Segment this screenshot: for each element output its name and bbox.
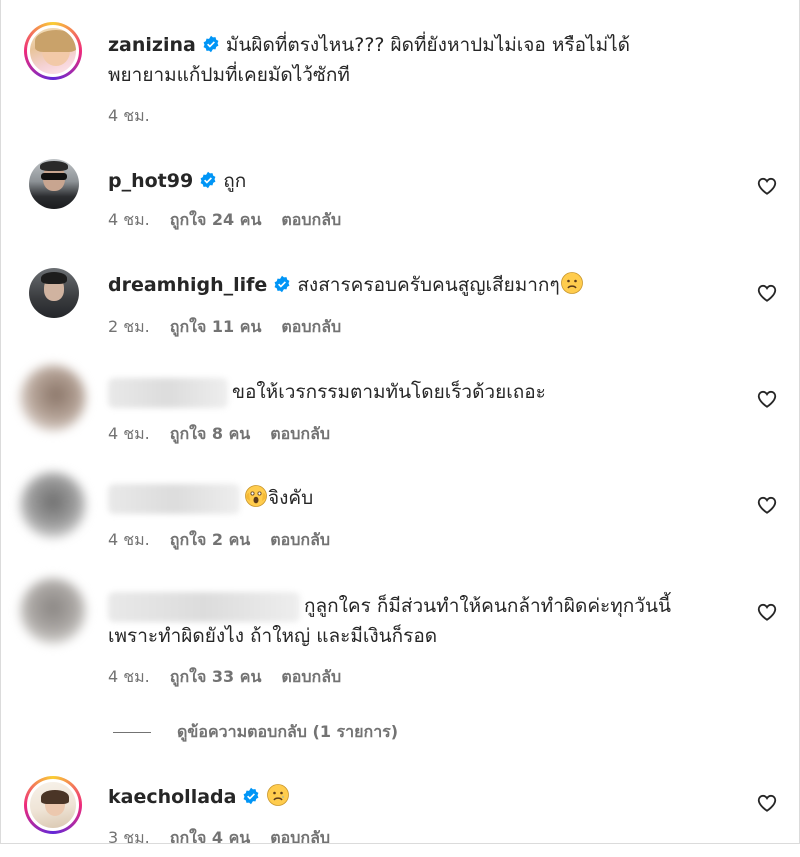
comment-time: 4 ชม.: [108, 424, 150, 443]
likes-count[interactable]: ถูกใจ 24 คน: [170, 210, 262, 229]
comment-time: 4 ชม.: [108, 106, 150, 125]
screaming-face-emoji: [245, 485, 267, 507]
comment-text: มันผิดที่ตรงไหน??? ผิดที่ยังหาปมไม่เจอ ห…: [225, 34, 630, 56]
heart-icon[interactable]: [756, 388, 778, 410]
comment-username[interactable]: dreamhigh_life: [108, 274, 267, 296]
reply-button[interactable]: ตอบกลับ: [270, 424, 330, 443]
heart-icon[interactable]: [756, 792, 778, 814]
comment-username[interactable]: kaechollada: [108, 786, 236, 808]
reply-button[interactable]: ตอบกลับ: [281, 210, 341, 229]
sad-face-emoji: [560, 272, 583, 294]
verified-badge-icon: [203, 35, 219, 53]
heart-icon[interactable]: [756, 494, 778, 516]
view-replies-button[interactable]: ดูข้อความตอบกลับ (1 รายการ): [113, 720, 398, 745]
comment-username[interactable]: p_hot99: [108, 170, 193, 192]
sad-face-emoji: [267, 784, 290, 806]
comment-time: 4 ชม.: [108, 210, 150, 229]
blurred-username[interactable]: [108, 483, 240, 514]
comment-time: 4 ชม.: [108, 667, 150, 686]
reply-button[interactable]: ตอบกลับ: [281, 667, 341, 686]
likes-count[interactable]: ถูกใจ 11 คน: [170, 317, 262, 336]
heart-icon[interactable]: [756, 175, 778, 197]
avatar[interactable]: [29, 268, 79, 318]
likes-count[interactable]: ถูกใจ 2 คน: [170, 530, 250, 549]
view-replies-label: ดูข้อความตอบกลับ (1 รายการ): [177, 722, 399, 741]
blurred-username[interactable]: [108, 377, 228, 408]
comment-time: 2 ชม.: [108, 317, 150, 336]
comment-text: จิงคับ: [268, 487, 314, 509]
comment-username[interactable]: zanizina: [108, 34, 196, 56]
comment-time: 4 ชม.: [108, 530, 150, 549]
avatar[interactable]: [24, 22, 82, 80]
verified-badge-icon: [200, 171, 216, 189]
verified-badge-icon: [244, 787, 259, 805]
avatar[interactable]: [20, 578, 86, 644]
avatar[interactable]: [24, 776, 82, 834]
comment-text-continued: พยายามแก้ปมที่เคยมัดไว้ซักที: [108, 64, 350, 86]
comment-text: ถูก: [223, 170, 247, 192]
comment-text-continued: เพราะทำผิดยังไง ถ้าใหญ่ และมีเงินก็รอด: [108, 625, 438, 647]
replies-divider: [113, 732, 151, 733]
comment-text: กูลูกใคร ก็มีส่วนทำให้คนกล้าทำผิดค่ะทุกว…: [304, 595, 671, 617]
reply-button[interactable]: ตอบกลับ: [281, 317, 341, 336]
avatar[interactable]: [20, 472, 86, 538]
heart-icon[interactable]: [756, 282, 778, 304]
likes-count[interactable]: ถูกใจ 8 คน: [170, 424, 250, 443]
panel-bottom-edge: [0, 843, 800, 857]
blurred-username[interactable]: [108, 591, 300, 622]
verified-badge-icon: [274, 275, 290, 293]
likes-count[interactable]: ถูกใจ 33 คน: [170, 667, 262, 686]
comment-text: สงสารครอบครับคนสูญเสียมากๆ: [297, 274, 560, 296]
comment-text: ขอให้เวรกรรมตามทันโดยเร็วด้วยเถอะ: [232, 381, 546, 403]
reply-button[interactable]: ตอบกลับ: [270, 530, 330, 549]
avatar[interactable]: [20, 365, 86, 431]
avatar[interactable]: [29, 159, 79, 209]
heart-icon[interactable]: [756, 601, 778, 623]
